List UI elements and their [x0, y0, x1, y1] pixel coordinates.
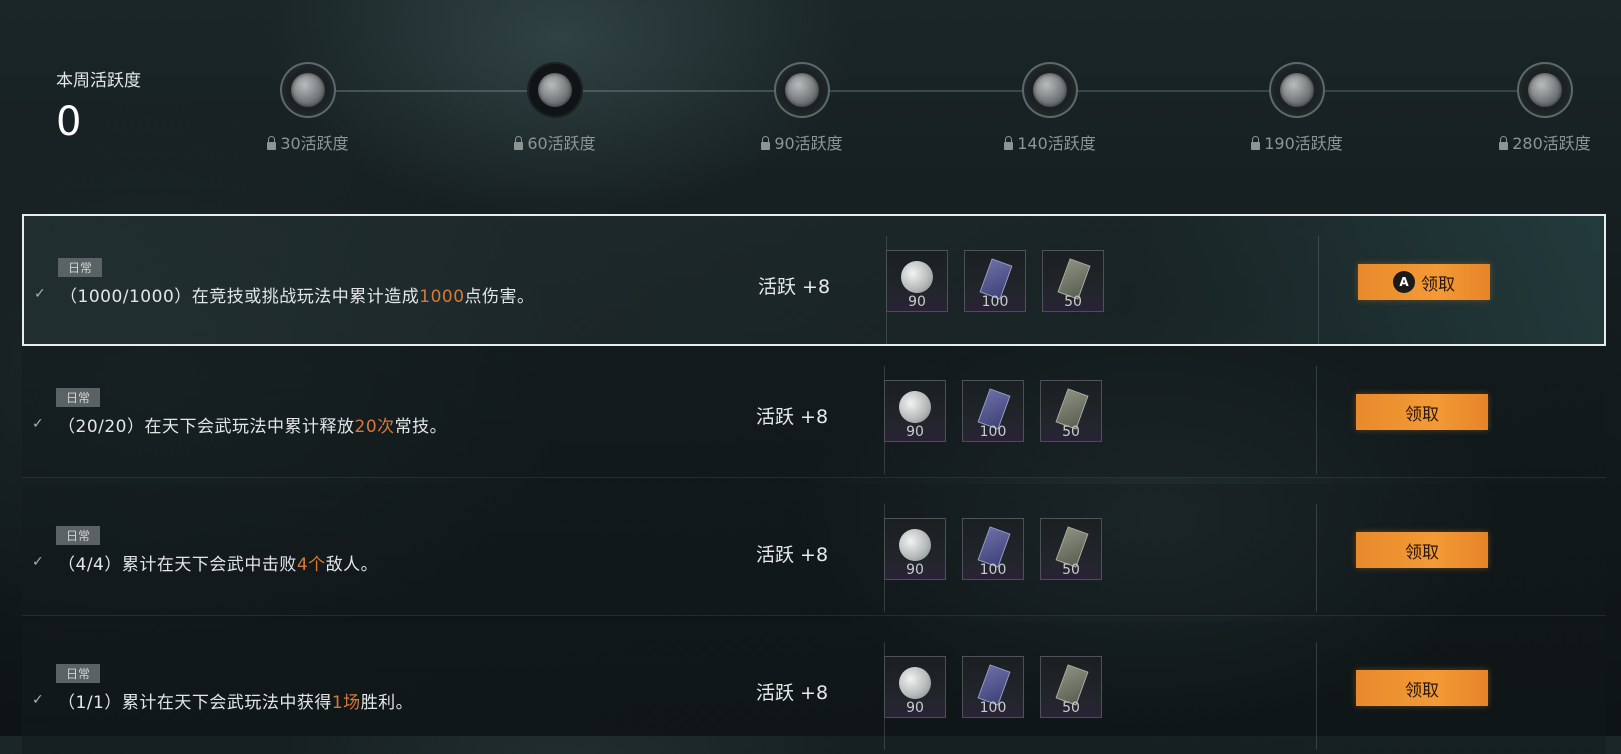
lock-icon	[1251, 136, 1261, 150]
activity-points: 活跃 +8	[758, 276, 831, 298]
reward-item[interactable]: 90	[884, 518, 946, 580]
silver-coin-icon	[895, 663, 935, 703]
reward-list: 90 100 50	[886, 250, 1104, 312]
claim-button[interactable]: 领取	[1356, 670, 1488, 706]
reward-item[interactable]: 100	[964, 250, 1026, 312]
lock-icon	[267, 136, 277, 150]
reward-item[interactable]: 90	[884, 656, 946, 718]
lock-icon	[1499, 136, 1509, 150]
milestone-4[interactable]: 140活跃度	[990, 62, 1110, 154]
milestone-coin-icon	[527, 62, 583, 118]
reward-item[interactable]: 90	[886, 250, 948, 312]
activity-points: 活跃 +8	[756, 544, 829, 566]
milestone-6[interactable]: 280活跃度	[1485, 62, 1605, 154]
milestone-label: 190活跃度	[1264, 134, 1343, 153]
weekly-activity-title: 本周活跃度	[56, 71, 141, 91]
reward-item[interactable]: 50	[1040, 518, 1102, 580]
milestone-label: 60活跃度	[527, 134, 596, 153]
divider	[1318, 236, 1319, 344]
milestone-label: 140活跃度	[1017, 134, 1096, 153]
check-icon: ✓	[32, 554, 44, 570]
daily-badge: 日常	[58, 258, 103, 277]
milestone-2[interactable]: 60活跃度	[495, 62, 615, 154]
divider	[1316, 642, 1317, 750]
silver-coin-icon	[895, 525, 935, 565]
reward-list: 90 100 50	[884, 380, 1102, 442]
milestone-coin-icon	[280, 62, 336, 118]
check-icon: ✓	[32, 692, 44, 708]
reward-item[interactable]: 50	[1042, 250, 1104, 312]
reward-item[interactable]: 50	[1040, 656, 1102, 718]
activity-points: 活跃 +8	[756, 682, 829, 704]
daily-badge: 日常	[56, 664, 101, 683]
lock-icon	[1004, 136, 1014, 150]
silver-coin-icon	[897, 257, 937, 297]
reward-item[interactable]: 50	[1040, 380, 1102, 442]
divider	[1316, 504, 1317, 612]
row-divider	[22, 477, 1606, 478]
check-icon: ✓	[34, 286, 46, 302]
reward-item[interactable]: 100	[962, 656, 1024, 718]
milestone-label: 90活跃度	[774, 134, 843, 153]
task-target: 20次	[354, 417, 395, 437]
claim-button[interactable]: 领取	[1356, 394, 1488, 430]
lock-icon	[761, 136, 771, 150]
milestone-coin-icon	[1269, 62, 1325, 118]
task-row[interactable]: 日常 ✓ （20/20）在天下会武玩法中累计释放20次常技。 活跃 +8 90 …	[22, 346, 1606, 478]
reward-list: 90 100 50	[884, 518, 1102, 580]
row-divider	[22, 615, 1606, 616]
task-description: （20/20）在天下会武玩法中累计释放20次常技。	[58, 417, 448, 437]
reward-item[interactable]: 100	[962, 518, 1024, 580]
lock-icon	[514, 136, 524, 150]
a-button-icon: A	[1393, 271, 1415, 293]
activity-points: 活跃 +8	[756, 406, 829, 428]
milestone-label: 280活跃度	[1512, 134, 1591, 153]
task-row[interactable]: 日常 ✓ （4/4）累计在天下会武中击败4个敌人。 活跃 +8 90 100 5…	[22, 484, 1606, 616]
milestone-label: 30活跃度	[280, 134, 349, 153]
task-target: 4个	[296, 555, 326, 575]
claim-button[interactable]: 领取	[1356, 532, 1488, 568]
daily-badge: 日常	[56, 526, 101, 545]
milestone-coin-icon	[1517, 62, 1573, 118]
reward-item[interactable]: 90	[884, 380, 946, 442]
check-icon: ✓	[32, 416, 44, 432]
milestone-coin-icon	[774, 62, 830, 118]
weekly-activity: 本周活跃度 0	[56, 66, 141, 145]
milestone-coin-icon	[1022, 62, 1078, 118]
milestone-track	[308, 90, 1548, 92]
milestone-1[interactable]: 30活跃度	[248, 62, 368, 154]
task-row[interactable]: 日常 ✓ （1/1）累计在天下会武玩法中获得1场胜利。 活跃 +8 90 100…	[22, 622, 1606, 754]
task-description: （1000/1000）在竞技或挑战玩法中累计造成1000点伤害。	[60, 287, 535, 307]
reward-item[interactable]: 100	[962, 380, 1024, 442]
daily-badge: 日常	[56, 388, 101, 407]
milestone-3[interactable]: 90活跃度	[742, 62, 862, 154]
task-description: （1/1）累计在天下会武玩法中获得1场胜利。	[58, 693, 414, 713]
silver-coin-icon	[895, 387, 935, 427]
claim-button[interactable]: A 领取	[1358, 264, 1490, 300]
weekly-activity-value: 0	[56, 99, 82, 145]
reward-list: 90 100 50	[884, 656, 1102, 718]
task-target: 1000	[419, 287, 465, 307]
milestone-5[interactable]: 190活跃度	[1237, 62, 1357, 154]
task-row[interactable]: 日常 ✓ （1000/1000）在竞技或挑战玩法中累计造成1000点伤害。 活跃…	[22, 214, 1606, 346]
divider	[1316, 366, 1317, 474]
task-target: 1场	[331, 693, 361, 713]
task-description: （4/4）累计在天下会武中击败4个敌人。	[58, 555, 379, 575]
